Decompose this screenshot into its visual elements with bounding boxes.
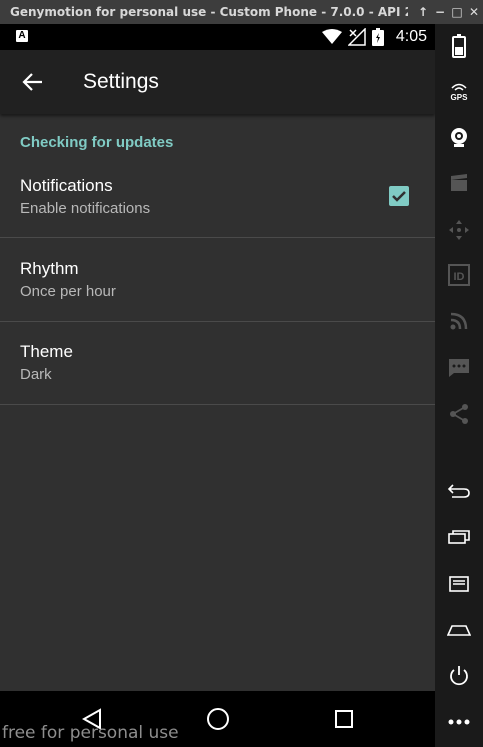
tool-gps[interactable]: GPS [435,73,483,109]
camera-icon [451,128,467,147]
pref-summary: Dark [20,366,52,383]
app-bar: Settings [0,50,435,114]
tool-menu[interactable] [435,566,483,602]
pref-rhythm[interactable]: Rhythm Once per hour [0,238,435,322]
tool-back[interactable] [435,473,483,509]
tool-sms[interactable] [435,350,483,386]
rss-icon [450,312,468,330]
window-controls: ↑ − □ ✕ [408,0,483,24]
tool-rss[interactable] [435,303,483,339]
nav-recents-button[interactable] [314,691,374,747]
home-icon [447,625,471,636]
check-icon [392,191,406,202]
watermark-text: free for personal use [2,723,179,743]
dpad-icon [449,220,469,240]
recent-apps-icon [448,530,470,544]
gps-icon: GPS [451,83,469,102]
window-close-button[interactable]: ✕ [467,0,481,24]
svg-text:ID: ID [454,271,465,283]
status-time: 4:05 [395,28,427,45]
id-icon: ID [448,264,470,286]
status-bar: A 4:05 [0,24,435,50]
svg-text:GPS: GPS [451,93,469,102]
page-title: Settings [83,70,159,93]
window-titlebar: Genymotion for personal use - Custom Pho… [0,0,483,24]
video-icon [451,174,467,191]
phone-screen: A 4:05 Settings Checking for updates Not… [0,24,435,747]
window-minimize-button[interactable]: − [433,0,447,24]
recents-icon [335,710,353,728]
share-icon [450,404,468,424]
window-maximize-button[interactable]: □ [450,0,464,24]
back-icon [447,484,470,498]
arrow-left-icon [22,73,42,91]
emulator-toolbar: GPS ID [435,24,483,747]
pref-summary: Enable notifications [20,200,151,217]
back-button[interactable] [18,68,48,96]
pref-notifications[interactable]: Notifications Enable notifications [0,154,435,238]
tool-dpad[interactable] [435,212,483,248]
pref-title: Rhythm [20,259,79,278]
pref-summary: Once per hour [20,283,116,300]
nav-home-button[interactable] [188,691,248,747]
tool-power[interactable] [435,658,483,694]
more-icon [448,719,470,725]
tool-camera[interactable] [435,119,483,155]
tool-more[interactable] [435,704,483,740]
wifi-icon [321,29,342,44]
category-header: Checking for updates [20,134,174,151]
tool-id[interactable]: ID [435,257,483,293]
tool-video[interactable] [435,165,483,201]
power-icon [450,666,468,686]
window-title: Genymotion for personal use - Custom Pho… [10,5,443,19]
tool-home[interactable] [435,612,483,648]
signal-off-icon [347,28,366,46]
battery-icon [371,28,384,46]
notifications-checkbox[interactable] [389,186,409,206]
pref-theme[interactable]: Theme Dark [0,321,435,405]
tool-share[interactable] [435,396,483,432]
menu-icon [449,576,469,592]
notification-icon: A [16,30,28,42]
tool-battery[interactable] [435,28,483,64]
sms-icon [449,359,469,377]
pref-title: Theme [20,342,73,361]
tool-recent-apps[interactable] [435,519,483,555]
status-icons: 4:05 [321,24,427,50]
home-icon [207,708,229,730]
battery-icon [452,34,466,58]
pref-title: Notifications [20,176,113,195]
window-up-button[interactable]: ↑ [416,0,430,24]
